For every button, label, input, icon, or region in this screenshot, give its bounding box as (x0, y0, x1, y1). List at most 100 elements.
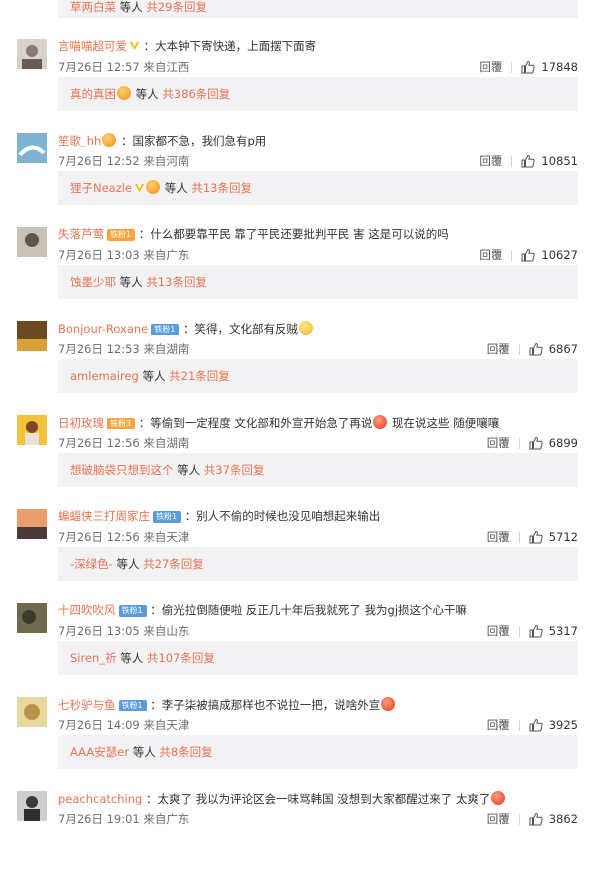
thumbs-up-icon[interactable] (529, 812, 543, 826)
avatar[interactable] (17, 415, 47, 445)
fan-badge[interactable]: 铁粉3 (107, 418, 136, 429)
comment-line: 言喵喵超可爱 ：大本钟下寄快递，上面摆下面寄 (58, 39, 588, 53)
comment-actions: 回覆 6867 (487, 342, 578, 356)
sub-reply-summary[interactable]: 狸子Neazle 等人 共13条回复 (58, 171, 578, 205)
comment-text: ：大本钟下寄快递，上面摆下面寄 (143, 39, 317, 53)
comment-username[interactable]: 日初玫瑰 (58, 416, 104, 429)
comment-item: 失落芦莺 铁粉1 ：什么都要靠平民 靠了平民还要批判平民 害 这是可以说的吗 7月… (0, 227, 599, 321)
sub-reply-author[interactable]: 想破脑袋只想到这个 (70, 463, 174, 477)
sub-reply-summary[interactable]: Siren_祈 等人 共107条回复 (58, 641, 578, 675)
comment-username[interactable]: 笙歌_hh (58, 134, 101, 147)
sub-reply-count[interactable]: 共21条回复 (169, 369, 230, 383)
comment-username[interactable]: 言喵喵超可爱 (58, 39, 127, 53)
thumbs-up-icon[interactable] (529, 436, 543, 450)
avatar[interactable] (17, 227, 47, 257)
fan-badge[interactable]: 铁粉1 (151, 324, 180, 335)
sub-reply-suffix: 等人 (164, 181, 188, 195)
angry-emoji-icon (381, 697, 396, 711)
reply-button[interactable]: 回覆 (487, 812, 510, 826)
thumbs-up-icon[interactable] (521, 248, 536, 262)
comment-username[interactable]: 七秒驴与鱼 (58, 698, 116, 711)
comment-username[interactable]: 蝙蝠侠三打周家庄 (58, 509, 150, 523)
sub-reply-count[interactable]: 共27条回复 (143, 557, 204, 571)
sub-reply-count[interactable]: 共107条回复 (147, 651, 215, 665)
comment-location: 来自天津 (143, 530, 190, 544)
divider (518, 719, 520, 731)
reply-button[interactable]: 回覆 (479, 154, 502, 168)
fan-badge[interactable]: 铁粉1 (118, 605, 147, 617)
reply-button[interactable]: 回覆 (479, 60, 502, 74)
comment-item: 日初玫瑰 铁粉3 ：等偷到一定程度 文化部和外宣开始急了再说 现在说这些 随便嚷嚷… (0, 415, 599, 509)
avatar[interactable] (17, 603, 47, 633)
verified-icon (135, 184, 145, 192)
sub-reply-author[interactable]: 真的真困 (70, 87, 116, 101)
comment-location: 来自广东 (143, 812, 190, 826)
sub-reply-summary[interactable]: AAA安瑟er 等人 共8条回复 (58, 735, 578, 769)
reply-button[interactable]: 回覆 (487, 436, 510, 450)
avatar[interactable] (17, 39, 47, 69)
sub-reply-author[interactable]: Siren_祈 (70, 651, 117, 665)
avatar[interactable] (17, 791, 47, 821)
sub-reply-suffix: 等人 (120, 651, 144, 665)
comment-line: 十四吹吹风 铁粉1 ：偷光拉倒随便啦 反正几十年后我就死了 我为gj损这个心干嘛 (58, 603, 588, 617)
reply-button[interactable]: 回覆 (487, 718, 510, 732)
comment-line: 失落芦莺 铁粉1 ：什么都要靠平民 靠了平民还要批判平民 害 这是可以说的吗 (58, 227, 588, 241)
reply-button[interactable]: 回覆 (487, 530, 510, 544)
like-count: 10627 (541, 248, 578, 262)
sub-reply-summary[interactable]: amlemaireg 等人 共21条回复 (58, 359, 578, 393)
sub-reply-count[interactable]: 共13条回复 (146, 275, 207, 289)
sub-reply-count[interactable]: 共8条回复 (159, 745, 212, 759)
comment-time: 7月26日 12:57 (58, 60, 140, 74)
thumbs-up-icon[interactable] (529, 718, 543, 732)
divider (518, 343, 520, 355)
sub-reply-summary[interactable]: 真的真困 等人 共386条回复 (58, 77, 578, 111)
like-count: 3862 (548, 812, 578, 826)
fan-badge[interactable]: 铁粉1 (118, 700, 147, 711)
sub-reply-author[interactable]: -深绿色- (70, 557, 113, 571)
avatar[interactable] (17, 697, 47, 727)
sub-reply-summary[interactable]: -深绿色- 等人 共27条回复 (58, 547, 578, 581)
divider (511, 155, 513, 167)
reply-button[interactable]: 回覆 (479, 248, 502, 262)
like-count: 6867 (548, 342, 578, 356)
sub-reply-author[interactable]: 蚀墨少耶 (70, 275, 116, 289)
thumbs-up-icon[interactable] (521, 154, 536, 168)
sub-reply-count[interactable]: 共386条回复 (162, 87, 230, 101)
sub-reply-summary[interactable]: 想破脑袋只想到这个 等人 共37条回复 (58, 453, 578, 487)
comment-time: 7月26日 12:56 (58, 530, 140, 544)
sub-reply-author[interactable]: amlemaireg (70, 369, 139, 383)
comment-username[interactable]: 十四吹吹风 (58, 603, 116, 617)
divider (511, 61, 513, 73)
reply-button[interactable]: 回覆 (487, 342, 510, 356)
sub-reply-count[interactable]: 共37条回复 (204, 463, 265, 477)
like-count: 3925 (548, 718, 578, 732)
sub-reply-author[interactable]: 草两白菜 (70, 0, 116, 14)
sub-reply-summary[interactable]: 草两白菜 等人 共29条回复 (58, 0, 578, 18)
sub-reply-count[interactable]: 共29条回复 (146, 0, 207, 14)
comment-username[interactable]: 失落芦莺 (58, 227, 104, 241)
comment-location: 来自山东 (143, 624, 190, 638)
sub-reply-author[interactable]: 狸子Neazle (70, 181, 132, 195)
thumbs-up-icon[interactable] (521, 60, 536, 74)
avatar[interactable] (17, 509, 47, 539)
thumbs-up-icon[interactable] (529, 624, 543, 638)
fan-badge[interactable]: 铁粉1 (153, 511, 182, 523)
reply-button[interactable]: 回覆 (487, 624, 510, 638)
comment-username[interactable]: Bonjour-Roxane (58, 322, 148, 335)
comment-text: ：李子柒被搞成那样也不说拉一把，说啥外宣 (150, 698, 381, 711)
comment-time: 7月26日 13:05 (58, 624, 140, 638)
avatar[interactable] (17, 133, 47, 163)
comment-username[interactable]: peachcatching (58, 792, 142, 805)
comment-time: 7月26日 14:09 (58, 718, 140, 732)
comment-meta: 7月26日 19:01 来自广东 (58, 812, 189, 826)
comment-time: 7月26日 12:53 (58, 342, 140, 356)
sub-reply-count[interactable]: 共13条回复 (191, 181, 252, 195)
avatar[interactable] (17, 321, 47, 351)
fan-badge[interactable]: 铁粉1 (107, 229, 136, 241)
sub-reply-author[interactable]: AAA安瑟er (70, 745, 129, 759)
sub-reply-summary[interactable]: 蚀墨少耶 等人 共13条回复 (58, 265, 578, 299)
comment-line: peachcatching ：太爽了 我以为评论区会一味骂韩国 没想到大家都醒过… (58, 791, 588, 805)
divider (518, 813, 520, 825)
thumbs-up-icon[interactable] (529, 530, 543, 544)
thumbs-up-icon[interactable] (529, 342, 543, 356)
